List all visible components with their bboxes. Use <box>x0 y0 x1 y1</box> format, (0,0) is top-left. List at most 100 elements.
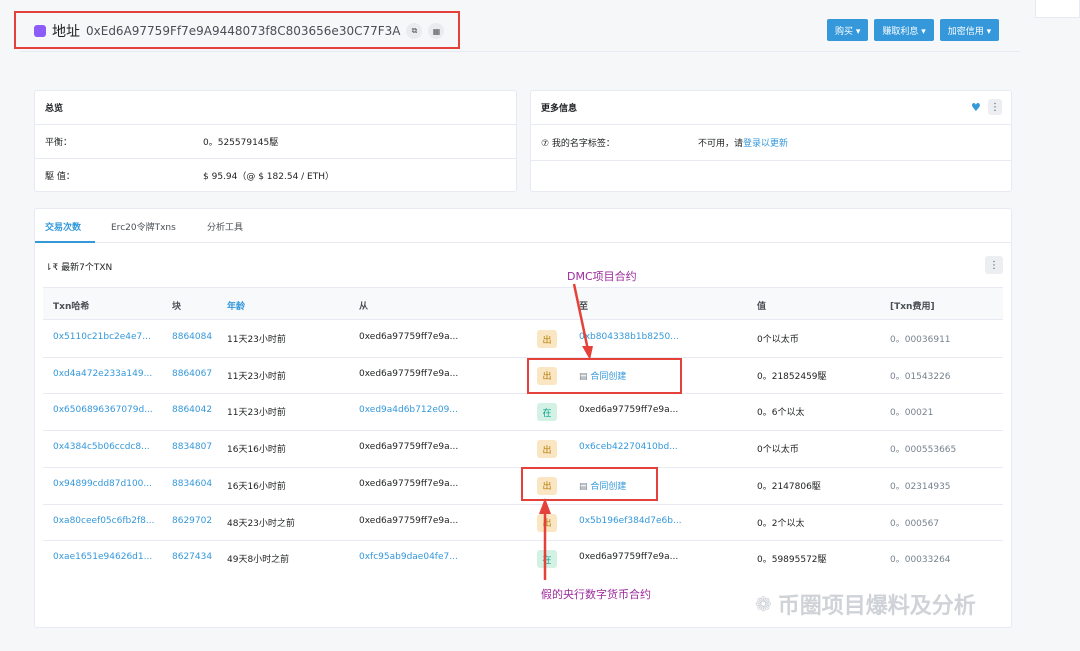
header-buttons: 购买 ▾ 赚取利息 ▾ 加密信用 ▾ <box>827 19 1000 41</box>
top-strip <box>0 0 1025 8</box>
block-link[interactable]: 8864042 <box>172 405 212 415</box>
more-info-header: 更多信息 ♥ ⋮ <box>531 91 1011 125</box>
txn-age: 11天23小时前 <box>227 371 286 382</box>
txn-value: 0个以太币 <box>757 445 799 456</box>
annotation-box-address <box>14 11 460 49</box>
annotation-arrow-down <box>572 283 593 360</box>
txn-hash-link[interactable]: 0x5110c21bc2e4e7... <box>53 332 151 342</box>
col-value: 值 <box>757 302 767 312</box>
row-divider <box>43 503 1003 505</box>
name-tag-prefix: 不可用，请 <box>698 139 744 149</box>
row-divider <box>43 430 1003 432</box>
txn-fee: 0。02314935 <box>890 481 951 492</box>
from-address: 0xed6a97759ff7e9a... <box>359 368 459 379</box>
row-divider <box>43 540 1003 542</box>
txn-age: 11天23小时前 <box>227 408 286 419</box>
txn-fee: 0。00021 <box>890 408 934 419</box>
col-block: 块 <box>172 302 182 312</box>
col-fee: [Txn费用] <box>890 302 935 312</box>
to-address[interactable]: 0x6ceb42270410bd... <box>579 442 678 452</box>
direction-badge: 出 <box>537 440 557 459</box>
value-value: $ 95.94（@ $ 182.54 / ETH） <box>203 172 334 182</box>
heart-icon[interactable]: ♥ <box>971 101 981 114</box>
name-tag-value: 不可用，请登录以更新 <box>698 136 788 149</box>
active-tab-indicator <box>35 241 95 243</box>
txn-value: 0。2个以太 <box>757 518 805 529</box>
txn-age: 11天23小时前 <box>227 335 286 345</box>
overview-card: 总览 平衡： 0。525579145駆 駆 值： $ 95.94（@ $ 182… <box>34 90 517 192</box>
txn-age: 49天8小时之前 <box>227 555 290 566</box>
block-link[interactable]: 8834807 <box>172 442 212 452</box>
txn-age: 16天16小时前 <box>227 445 286 456</box>
balance-row: 平衡： 0。525579145駆 <box>35 125 516 159</box>
overview-header: 总览 <box>35 91 516 125</box>
to-address: 0xed6a97759ff7e9a... <box>579 405 679 416</box>
balance-label: 平衡： <box>45 138 73 148</box>
balance-value: 0。525579145駆 <box>203 138 279 148</box>
txn-fee: 0。00033264 <box>890 555 951 566</box>
txn-summary: ⇂₹ 最新7个TXN <box>45 263 113 273</box>
block-link[interactable]: 8627434 <box>172 552 212 562</box>
value-label: 駆 值： <box>45 172 75 182</box>
from-address: 0xed6a97759ff7e9a... <box>359 442 459 453</box>
more-menu-icon[interactable]: ⋮ <box>988 99 1002 115</box>
tab-erc20[interactable]: Erc20令牌Txns <box>111 220 176 233</box>
direction-badge: 出 <box>537 330 557 348</box>
from-address: 0xed6a97759ff7e9a... <box>359 332 459 342</box>
right-panel <box>1035 0 1080 18</box>
from-address[interactable]: 0xed9a4d6b712e09... <box>359 405 458 415</box>
block-link[interactable]: 8629702 <box>172 516 212 526</box>
login-link[interactable]: 登录以更新 <box>743 139 788 149</box>
txn-value: 0。21852459駆 <box>757 371 827 382</box>
txn-hash-link[interactable]: 0xa80ceef05c6fb2f8... <box>53 516 154 526</box>
txn-age: 48天23小时之前 <box>227 518 295 529</box>
row-divider <box>43 356 1003 358</box>
block-link[interactable]: 8864084 <box>172 332 212 342</box>
table-header <box>43 287 1003 320</box>
txn-fee: 0。000553665 <box>890 445 957 456</box>
tab-transactions[interactable]: 交易次数 <box>45 220 81 233</box>
more-info-card: 更多信息 ♥ ⋮ ⑦ 我的名字标签： 不可用，请登录以更新 <box>530 90 1012 192</box>
txn-hash-link[interactable]: 0xd4a472e233a149... <box>53 369 152 379</box>
to-address[interactable]: 0x5b196ef384d7e6b... <box>579 516 682 526</box>
txn-value: 0。6个以太 <box>757 408 805 419</box>
from-address[interactable]: 0xfc95ab9dae04fe7... <box>359 552 458 562</box>
crypto-credit-button[interactable]: 加密信用 ▾ <box>939 19 1000 41</box>
to-address: 0xed6a97759ff7e9a... <box>579 552 679 563</box>
annotation-fake-label: 假的央行数字货币合约 <box>541 588 651 601</box>
txn-hash-link[interactable]: 0x94899cdd87d100... <box>53 479 152 489</box>
col-from: 从 <box>359 302 369 312</box>
txn-fee: 0。000567 <box>890 518 940 529</box>
txn-value: 0。2147806駆 <box>757 481 821 492</box>
block-link[interactable]: 8864067 <box>172 369 212 379</box>
txn-value: 0个以太币 <box>757 335 799 345</box>
txn-fee: 0。01543226 <box>890 371 951 382</box>
block-link[interactable]: 8834604 <box>172 479 212 489</box>
from-address: 0xed6a97759ff7e9a... <box>359 478 459 489</box>
name-tag-label: ⑦ 我的名字标签： <box>541 139 615 149</box>
col-age[interactable]: 年龄 <box>227 299 245 312</box>
tab-bar: 交易次数 Erc20令牌Txns 分析工具 <box>35 209 1011 243</box>
col-hash: Txn哈希 <box>53 302 90 312</box>
name-tag-row: ⑦ 我的名字标签： 不可用，请登录以更新 <box>531 125 1011 161</box>
earn-interest-button[interactable]: 赚取利息 ▾ <box>874 19 934 41</box>
table-menu-icon[interactable]: ⋮ <box>985 256 1003 274</box>
wechat-icon: ❁ <box>755 592 772 616</box>
direction-badge: 在 <box>537 403 557 422</box>
from-address: 0xed6a97759ff7e9a... <box>359 515 459 526</box>
annotation-arrow-up <box>539 498 551 580</box>
txn-fee: 0。00036911 <box>890 335 951 345</box>
watermark: ❁ 币圈项目爆料及分析 <box>755 588 976 620</box>
buy-button[interactable]: 购买 ▾ <box>827 19 869 41</box>
txn-hash-link[interactable]: 0xae1651e94626d1... <box>53 552 152 562</box>
watermark-text: 币圈项目爆料及分析 <box>777 594 976 619</box>
txn-hash-link[interactable]: 0x6506896367079d... <box>53 405 153 415</box>
txn-value: 0。59895572駆 <box>757 555 827 566</box>
value-row: 駆 值： $ 95.94（@ $ 182.54 / ETH） <box>35 159 516 192</box>
tab-analytics[interactable]: 分析工具 <box>207 220 243 233</box>
txn-hash-link[interactable]: 0x4384c5b06ccdc8... <box>53 442 150 452</box>
txn-age: 16天16小时前 <box>227 481 286 492</box>
row-divider <box>43 393 1003 395</box>
annotation-box-contract-1 <box>527 358 682 394</box>
more-info-title: 更多信息 <box>541 104 578 114</box>
